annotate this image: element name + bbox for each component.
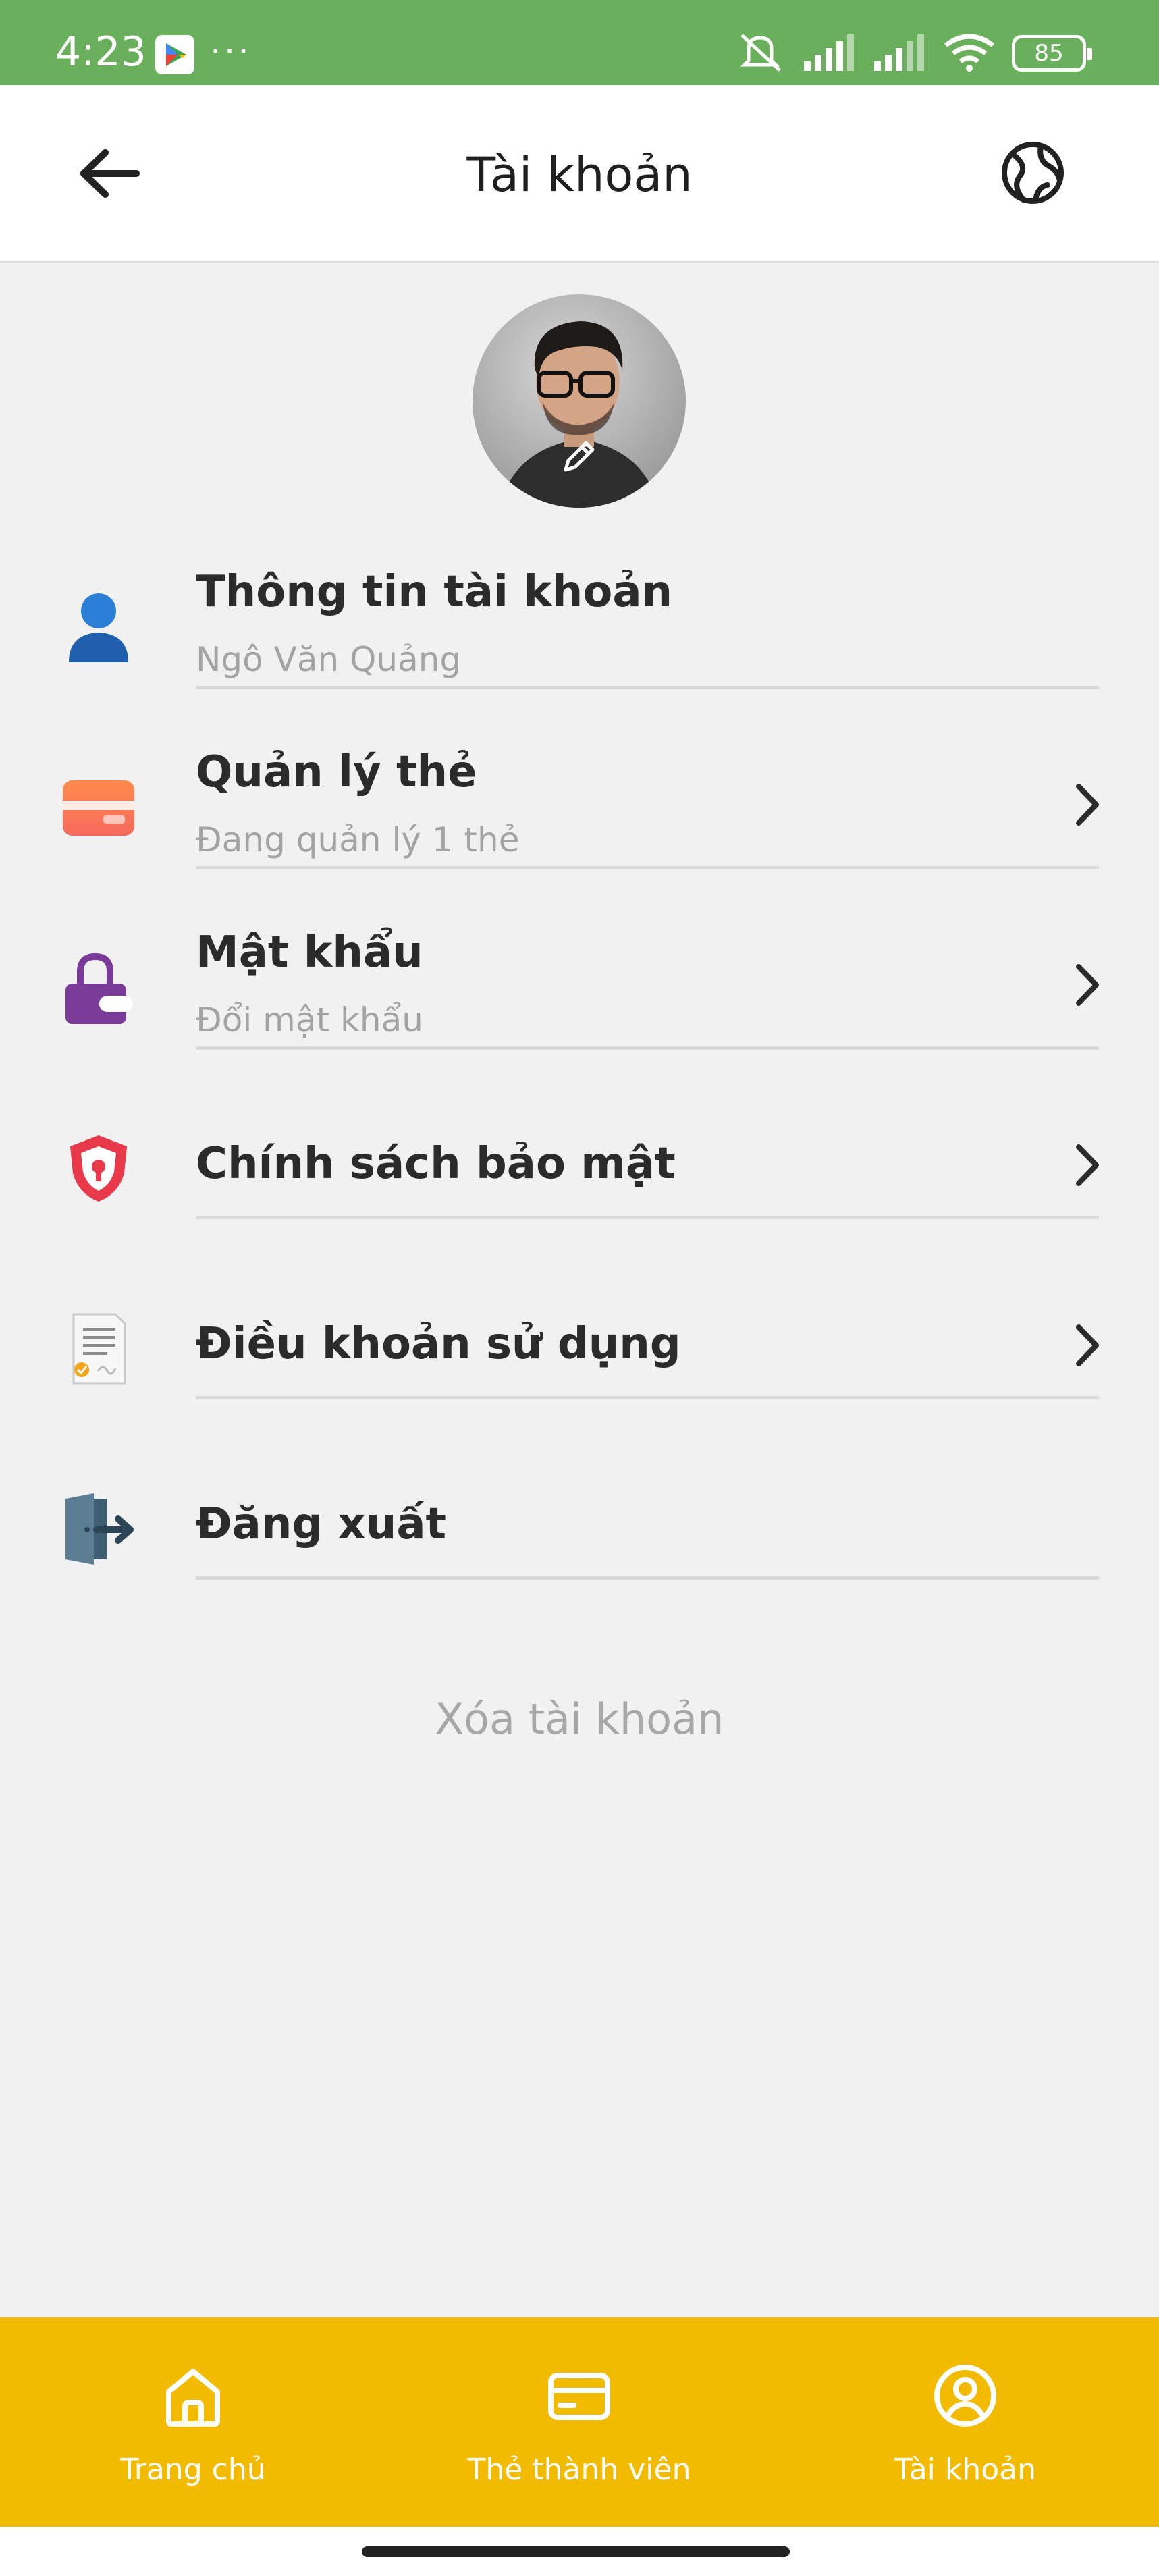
divider [196, 1216, 1099, 1219]
delete-account-link[interactable]: Xóa tài khoản [0, 1694, 1159, 1744]
nav-label: Trang chủ [120, 2452, 266, 2487]
nav-label: Tài khoản [894, 2452, 1037, 2487]
signal-icon-2 [873, 32, 927, 76]
chevron-right-icon [1076, 964, 1099, 1006]
chevron-right-icon [1076, 1144, 1099, 1186]
home-indicator[interactable] [362, 2546, 790, 2557]
member-card-icon [548, 2373, 610, 2420]
language-button[interactable] [999, 139, 1067, 207]
menu-item-password[interactable]: Mật khẩu Đổi mật khẩu [0, 907, 1159, 1083]
menu-item-title: Đăng xuất [196, 1499, 447, 1549]
wifi-icon [943, 32, 996, 76]
divider [196, 866, 1099, 869]
user-icon [58, 587, 139, 668]
document-icon [58, 1308, 139, 1389]
menu-item-manage-cards[interactable]: Quản lý thẻ Đang quản lý 1 thẻ [0, 727, 1159, 903]
shield-icon [58, 1128, 139, 1209]
battery-icon: 85 [1012, 35, 1092, 72]
menu-item-logout[interactable]: Đăng xuất [0, 1448, 1159, 1624]
divider [196, 1046, 1099, 1050]
play-store-icon [155, 35, 194, 74]
menu-item-subtitle: Ngô Văn Quảng [196, 640, 462, 679]
menu-item-subtitle: Đang quản lý 1 thẻ [196, 820, 520, 859]
divider [196, 686, 1099, 689]
card-icon [58, 768, 139, 849]
app-header: Tài khoản [0, 85, 1159, 263]
nav-tab-account[interactable]: Tài khoản [772, 2317, 1158, 2527]
signal-icon [803, 32, 857, 76]
avatar[interactable] [473, 294, 686, 508]
page-title: Tài khoản [466, 147, 693, 203]
nav-tab-home[interactable]: Trang chủ [0, 2317, 386, 2527]
home-icon [166, 2369, 220, 2427]
mute-icon [734, 30, 786, 78]
menu-item-account-info[interactable]: Thông tin tài khoản Ngô Văn Quảng [0, 547, 1159, 722]
globe-icon [1002, 142, 1064, 204]
menu-item-title: Mật khẩu [196, 928, 423, 977]
nav-tab-member-card[interactable]: Thẻ thành viên [386, 2317, 772, 2527]
bottom-navigation: Trang chủ Thẻ thành viên Tài khoản [0, 2317, 1159, 2527]
menu-item-title: Thông tin tài khoản [196, 567, 673, 617]
status-time: 4:23 [55, 28, 146, 76]
logout-icon [58, 1488, 139, 1569]
menu-item-terms-of-use[interactable]: Điều khoản sử dụng [0, 1268, 1159, 1443]
chevron-right-icon [1076, 1324, 1099, 1366]
lock-icon [58, 948, 139, 1029]
menu-item-title: Quản lý thẻ [196, 747, 477, 797]
chevron-right-icon [1076, 784, 1099, 826]
menu-item-privacy-policy[interactable]: Chính sách bảo mật [0, 1088, 1159, 1263]
battery-level: 85 [1034, 40, 1064, 67]
status-bar: 4:23 ··· 85 [0, 0, 1159, 85]
more-notifications-icon: ··· [209, 26, 251, 69]
menu-item-title: Chính sách bảo mật [196, 1139, 676, 1189]
divider [196, 1576, 1099, 1580]
account-icon [934, 2365, 996, 2427]
divider [196, 1396, 1099, 1399]
menu-item-subtitle: Đổi mật khẩu [196, 1000, 423, 1040]
nav-label: Thẻ thành viên [467, 2452, 691, 2487]
edit-icon[interactable] [559, 436, 599, 477]
menu-item-title: Điều khoản sử dụng [196, 1319, 681, 1369]
